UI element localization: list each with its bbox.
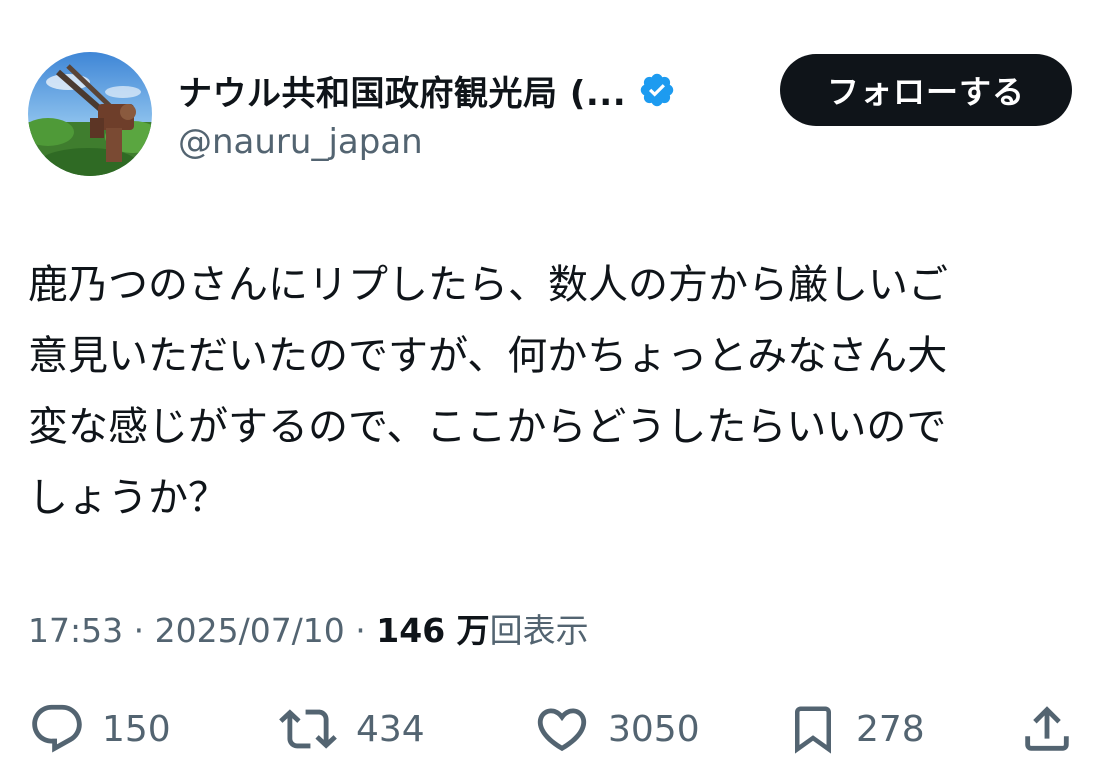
retweet-count: 434 [356, 708, 425, 750]
tweet-time[interactable]: 17:53 [28, 611, 123, 650]
avatar[interactable] [28, 52, 152, 176]
verified-badge-icon [638, 71, 676, 109]
retweet-icon [276, 700, 340, 758]
heart-icon [532, 700, 592, 758]
views-label: 回表示 [489, 611, 589, 650]
like-button[interactable]: 3050 [532, 694, 700, 764]
display-name-row: ナウル共和国政府観光局 (... [178, 66, 676, 114]
follow-button[interactable]: フォローする [780, 54, 1072, 126]
avatar-image [28, 52, 152, 176]
reply-icon [28, 700, 86, 758]
reply-button[interactable]: 150 [28, 694, 171, 764]
tweet-header: ナウル共和国政府観光局 (... @nauru_japan フォローする [28, 52, 1072, 176]
meta-separator: · [344, 611, 377, 650]
reply-count: 150 [102, 708, 171, 750]
action-bar: 150 434 3050 278 [28, 694, 1078, 764]
views-count: 146 万 [376, 611, 490, 650]
bookmark-button[interactable]: 278 [786, 694, 925, 764]
bookmark-icon [786, 698, 840, 760]
tweet-date[interactable]: 2025/07/10 [155, 611, 345, 650]
tweet-meta: 17:53 · 2025/07/10 · 146 万回表示 [28, 604, 589, 652]
tweet-text: 鹿乃つのさんにリプしたら、数人の方から厳しいご 意見いただいたのですが、何かちょ… [28, 262, 948, 521]
like-count: 3050 [608, 708, 700, 750]
retweet-button[interactable]: 434 [276, 694, 425, 764]
share-button[interactable] [1018, 694, 1076, 764]
share-icon [1018, 700, 1076, 758]
bookmark-count: 278 [856, 708, 925, 750]
display-name[interactable]: ナウル共和国政府観光局 (... [178, 66, 626, 115]
meta-separator: · [123, 611, 155, 650]
author-handle[interactable]: @nauru_japan [178, 122, 676, 162]
author-names: ナウル共和国政府観光局 (... @nauru_japan [178, 66, 676, 162]
